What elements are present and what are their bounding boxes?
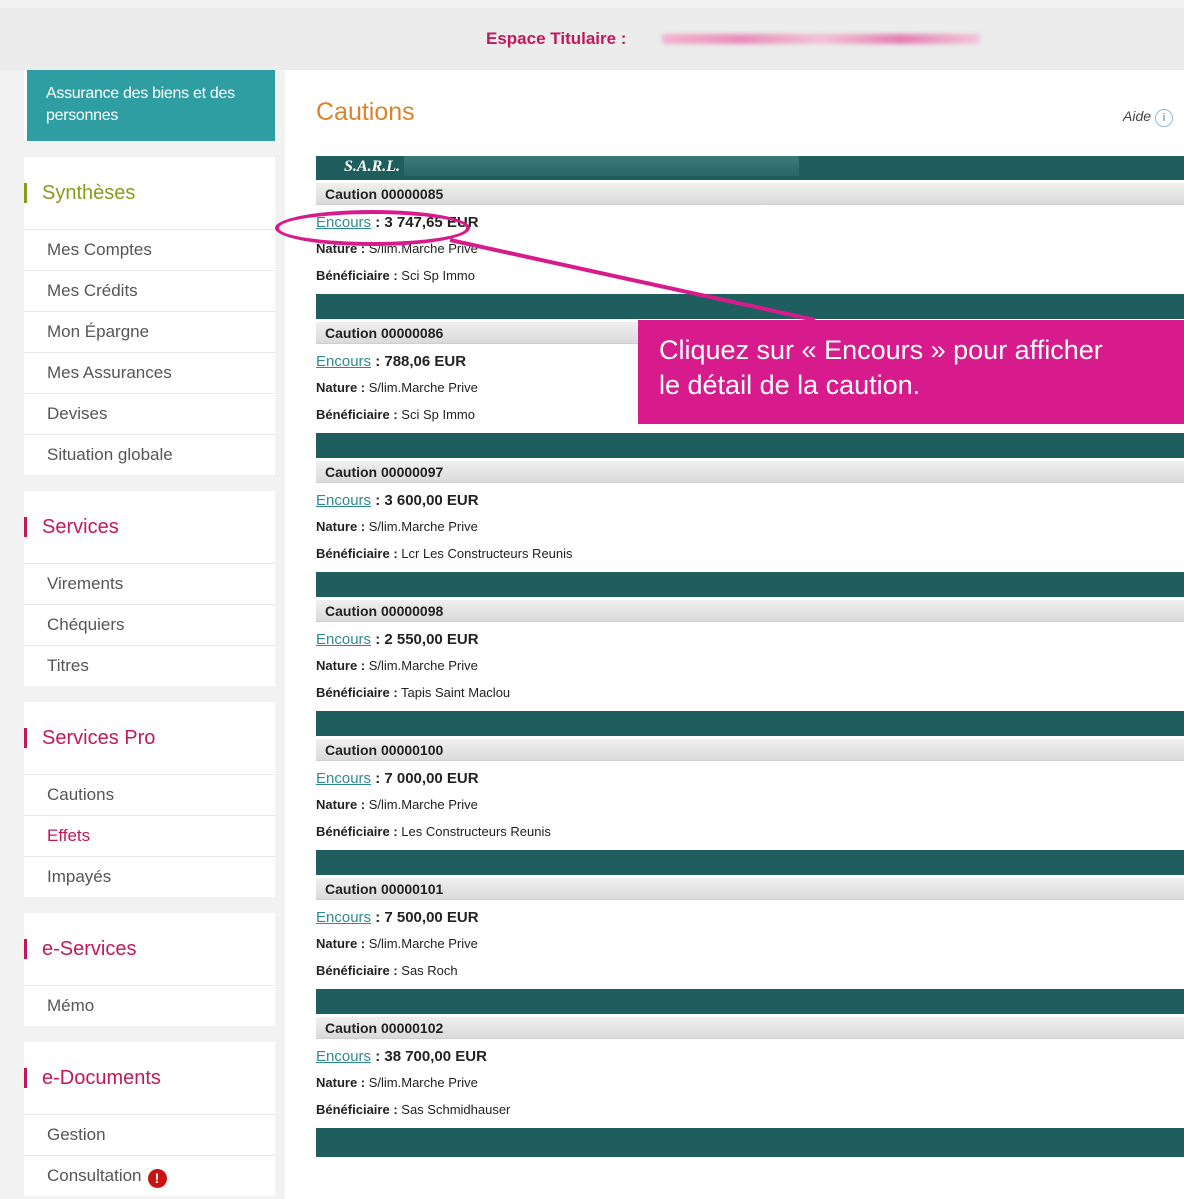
callout-line-1: Cliquez sur « Encours » pour afficher [659, 335, 1103, 365]
callout-line-2: le détail de la caution. [659, 370, 921, 400]
callout-annotation: Cliquez sur « Encours » pour afficher le… [638, 320, 1184, 424]
callout-pointer-line [449, 238, 816, 322]
pointer-line [449, 238, 816, 322]
